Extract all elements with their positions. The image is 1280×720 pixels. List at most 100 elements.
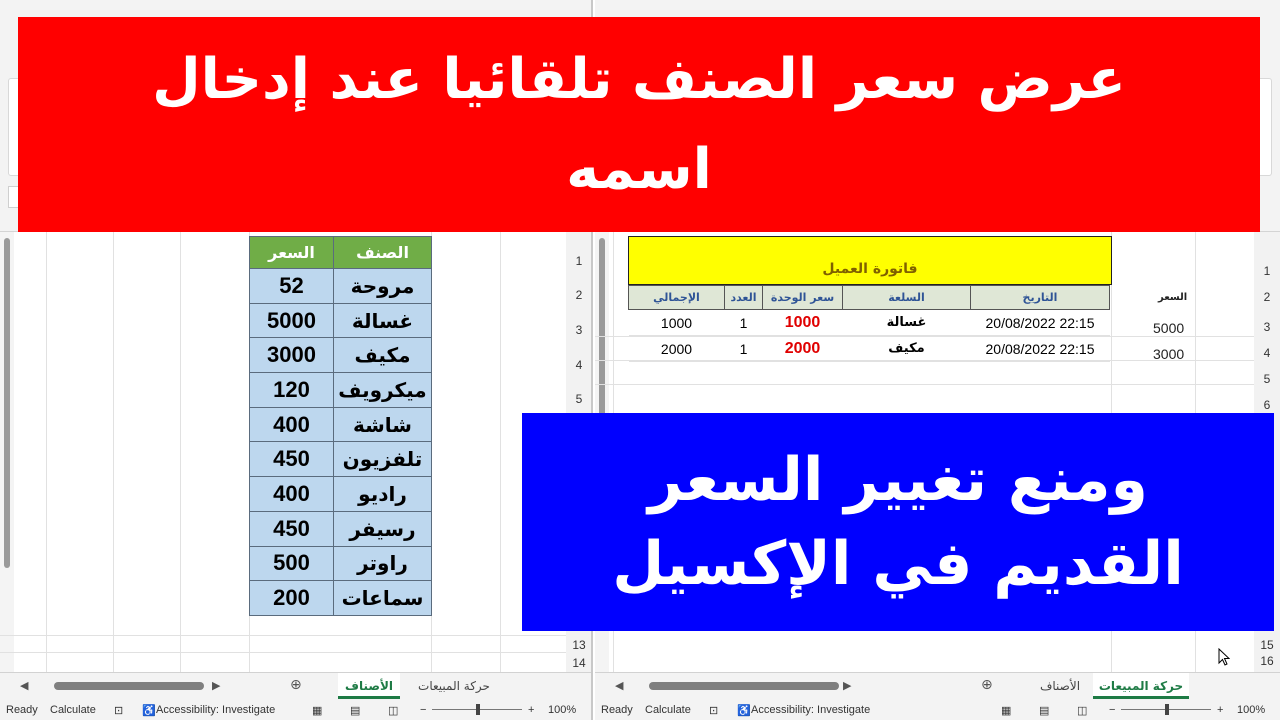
date-cell[interactable]: 20/08/2022 22:15 [970, 335, 1110, 362]
macro-icon[interactable]: ⊡ [709, 704, 718, 717]
zoom-in-icon[interactable]: + [528, 704, 534, 716]
header-date[interactable]: التاريخ [970, 285, 1110, 310]
invoice-title[interactable]: فاتورة العميل [628, 236, 1112, 285]
accessibility-icon[interactable]: ♿ [737, 704, 751, 717]
tab-sales[interactable]: حركة المبيعات [406, 673, 502, 699]
row-number[interactable]: 4 [1254, 346, 1280, 366]
total-cell[interactable]: 1000 [628, 309, 725, 336]
row-number[interactable]: 3 [1254, 320, 1280, 340]
zoom-level[interactable]: 100% [548, 704, 576, 716]
item-cell[interactable]: سماعات [333, 580, 432, 616]
tab-items[interactable]: الأصناف [338, 673, 400, 699]
row-number[interactable]: 5 [566, 392, 591, 412]
qty-cell[interactable]: 1 [724, 335, 763, 362]
calculate-button[interactable]: Calculate [50, 704, 96, 716]
row-number[interactable]: 16 [1254, 654, 1280, 672]
tab-items[interactable]: الأصناف [1029, 673, 1091, 699]
page-break-icon[interactable]: ◫ [388, 704, 398, 717]
worksheet-grid[interactable]: 1 2 3 4 5 13 14 السعر الصنف 52 مروحة 5000… [0, 232, 591, 672]
scroll-left-icon[interactable]: ◀ [20, 679, 28, 692]
price-cell[interactable]: 500 [249, 545, 334, 582]
item-cell[interactable]: مكيف [333, 337, 432, 374]
vertical-scrollbar[interactable] [0, 232, 14, 672]
horizontal-scrollbar[interactable] [633, 681, 853, 691]
price-cell[interactable]: 5000 [249, 302, 334, 339]
row-number[interactable]: 5 [1254, 372, 1280, 392]
zoom-out-icon[interactable]: − [420, 704, 426, 716]
accessibility-icon[interactable]: ♿ [142, 704, 156, 717]
scrollbar-thumb[interactable] [599, 238, 605, 438]
macro-icon[interactable]: ⊡ [114, 704, 123, 717]
scroll-right-icon[interactable]: ▶ [843, 679, 851, 692]
price-cell[interactable]: 52 [249, 268, 334, 304]
total-cell[interactable]: 2000 [628, 335, 725, 362]
scroll-left-icon[interactable]: ◀ [615, 679, 623, 692]
calculate-button[interactable]: Calculate [645, 704, 691, 716]
page-break-icon[interactable]: ◫ [1077, 704, 1087, 717]
accessibility-status[interactable]: Accessibility: Investigate [156, 704, 275, 716]
row-number[interactable]: 1 [566, 254, 591, 274]
zoom-slider-thumb[interactable] [476, 704, 480, 715]
unit-price-cell[interactable]: 1000 [762, 309, 843, 336]
price-cell[interactable]: 120 [249, 372, 334, 408]
product-cell[interactable]: غسالة [842, 309, 971, 336]
header-total[interactable]: الإجمالي [628, 285, 725, 310]
scroll-right-icon[interactable]: ▶ [212, 679, 220, 692]
header-qty[interactable]: العدد [724, 285, 763, 310]
row-number[interactable]: 2 [1254, 290, 1280, 310]
row-number[interactable]: 14 [566, 656, 591, 672]
accessibility-status[interactable]: Accessibility: Investigate [751, 704, 870, 716]
page-layout-icon[interactable]: ▤ [350, 704, 360, 717]
header-item[interactable]: الصنف [333, 236, 432, 269]
scrollbar-thumb[interactable] [649, 682, 839, 690]
add-sheet-icon[interactable]: ⊕ [290, 677, 302, 693]
horizontal-scrollbar[interactable] [38, 681, 228, 691]
page-layout-icon[interactable]: ▤ [1039, 704, 1049, 717]
zoom-slider-thumb[interactable] [1165, 704, 1169, 715]
tab-sales[interactable]: حركة المبيعات [1093, 673, 1189, 699]
scrollbar-thumb[interactable] [4, 238, 10, 568]
item-cell[interactable]: غسالة [333, 302, 432, 339]
item-cell[interactable]: مروحة [333, 268, 432, 304]
normal-view-icon[interactable]: ▦ [312, 704, 322, 717]
item-cell[interactable]: راديو [333, 476, 432, 512]
header-price[interactable]: السعر [249, 236, 334, 269]
row-number[interactable]: 13 [566, 638, 591, 658]
item-cell[interactable]: ميكرويف [333, 372, 432, 408]
side-price-value[interactable]: 5000 [1153, 320, 1184, 336]
price-cell[interactable]: 200 [249, 580, 334, 616]
row-number[interactable]: 2 [566, 288, 591, 308]
row-number[interactable]: 1 [1254, 264, 1280, 284]
row-number[interactable]: 4 [566, 358, 591, 378]
item-cell[interactable]: رسيفر [333, 510, 432, 547]
add-sheet-icon[interactable]: ⊕ [981, 677, 993, 693]
price-cell[interactable]: 400 [249, 476, 334, 512]
price-cell[interactable]: 450 [249, 510, 334, 547]
side-price-value[interactable]: 3000 [1153, 346, 1184, 362]
status-ready: Ready [601, 704, 633, 716]
item-cell[interactable]: راوتر [333, 545, 432, 582]
item-cell[interactable]: شاشة [333, 406, 432, 443]
date-cell[interactable]: 20/08/2022 22:15 [970, 309, 1110, 336]
header-product[interactable]: السلعة [842, 285, 971, 310]
side-price-header[interactable]: السعر [1158, 292, 1187, 303]
zoom-level[interactable]: 100% [1237, 704, 1265, 716]
unit-price-cell[interactable]: 2000 [762, 335, 843, 362]
table-row: 1000 1 1000 غسالة 20/08/2022 22:15 [628, 309, 1110, 336]
price-cell[interactable]: 3000 [249, 337, 334, 374]
zoom-in-icon[interactable]: + [1217, 704, 1223, 716]
qty-cell[interactable]: 1 [724, 309, 763, 336]
header-unit-price[interactable]: سعر الوحدة [762, 285, 843, 310]
price-cell[interactable]: 450 [249, 441, 334, 478]
title-banner: عرض سعر الصنف تلقائيا عند إدخال اسمه [18, 17, 1260, 232]
mouse-pointer-icon [1218, 648, 1230, 666]
normal-view-icon[interactable]: ▦ [1001, 704, 1011, 717]
product-cell[interactable]: مكيف [842, 335, 971, 362]
zoom-out-icon[interactable]: − [1109, 704, 1115, 716]
item-cell[interactable]: تلفزيون [333, 441, 432, 478]
table-row: 450 تلفزيون [249, 441, 432, 478]
table-row: 400 راديو [249, 476, 432, 512]
scrollbar-thumb[interactable] [54, 682, 204, 690]
row-number[interactable]: 3 [566, 323, 591, 343]
price-cell[interactable]: 400 [249, 406, 334, 443]
